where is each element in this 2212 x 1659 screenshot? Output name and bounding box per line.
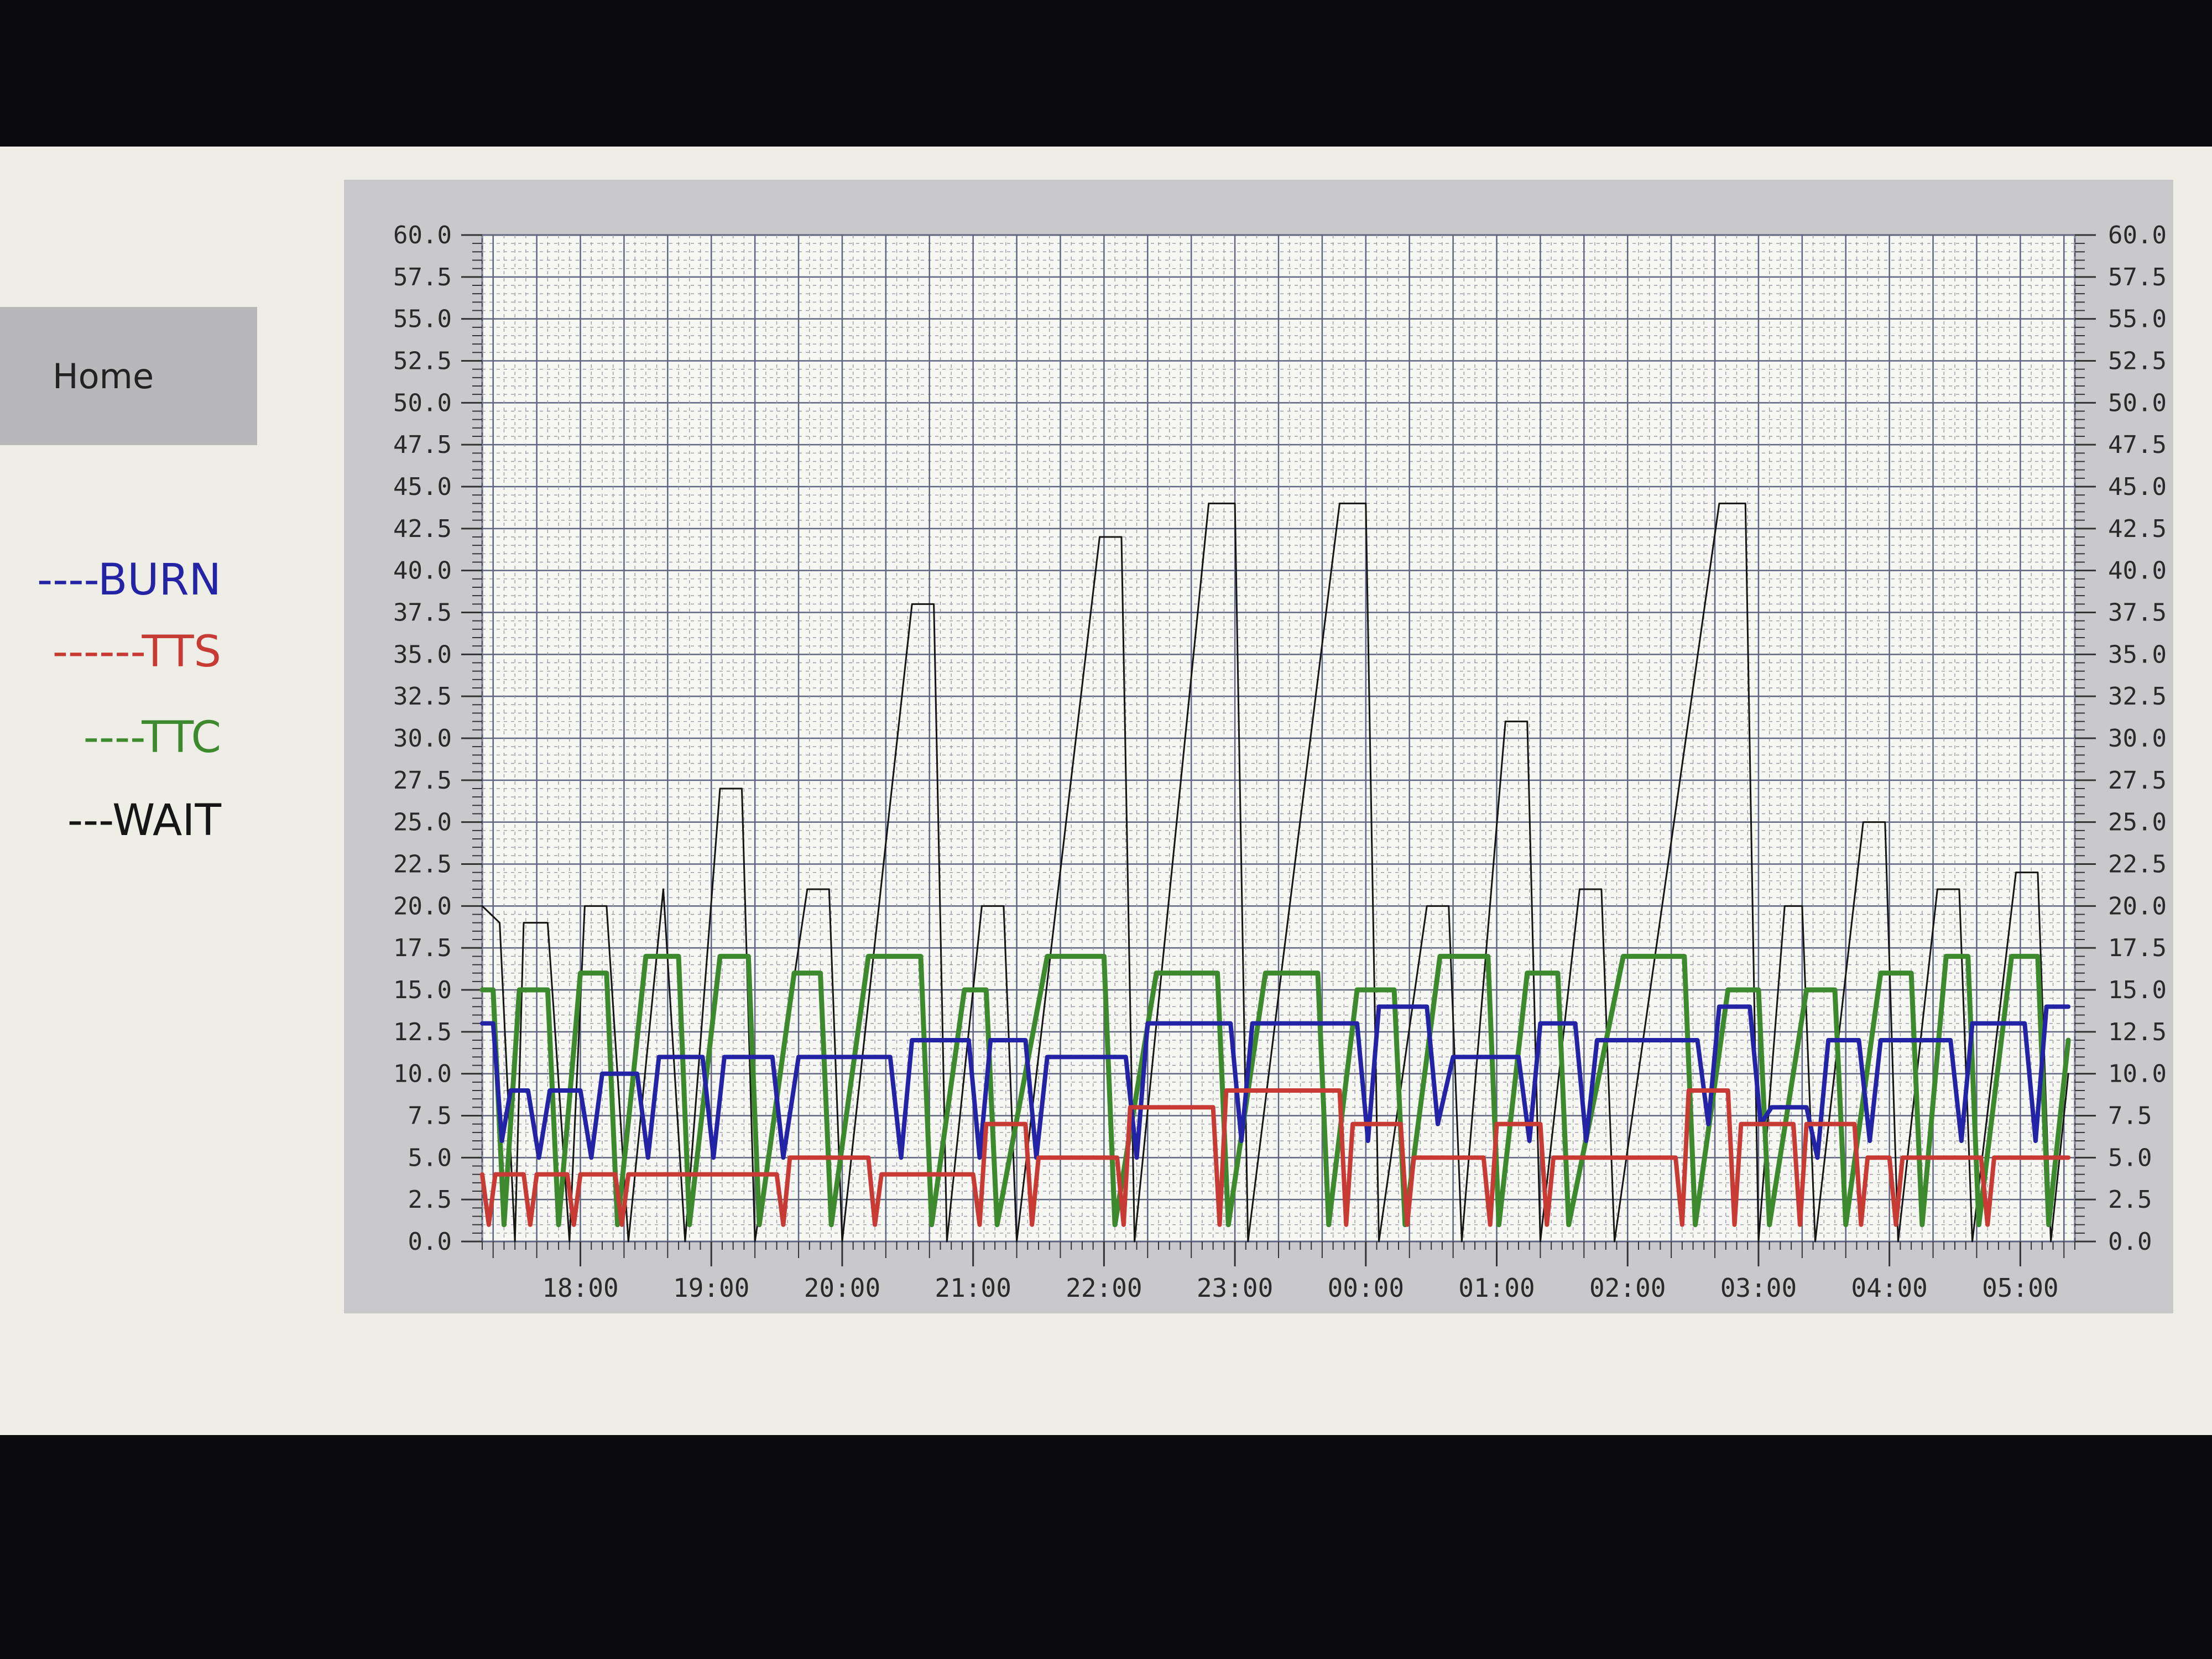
y-left-tick-label: 37.5 [393,599,452,627]
y-left-tick-label: 55.0 [393,305,452,333]
x-tick-label: 04:00 [1851,1273,1927,1303]
legend-item-ttc: ----TTC [83,713,221,763]
trend-chart: 0.0 2.5 5.0 7.5 10.0 12.5 15.0 17.5 20.0 22.5 25.0… [393,221,2167,1303]
y-right-tick-label: 55.0 [2108,305,2167,333]
trend-chart-panel: 0.0 2.5 5.0 7.5 10.0 12.5 15.0 17.5 20.0 22.5 25.0… [344,180,2173,1313]
x-tick-label: 22:00 [1066,1273,1142,1303]
y-left-tick-label: 40.0 [393,557,452,585]
x-tick-label: 00:00 [1328,1273,1404,1303]
y-left-tick-label: 5.0 [408,1144,452,1172]
y-left-tick-label: 27.5 [393,766,452,795]
y-left-tick-label: 47.5 [393,431,452,459]
y-left-tick-label: 22.5 [393,851,452,879]
y-right-tick-label: 42.5 [2108,515,2167,543]
y-right-tick-label: 60.0 [2108,221,2167,249]
y-left-tick-label: 15.0 [393,976,452,1004]
hmi-screen: Home ----BURN ------TTS ----TTC ---WAIT … [0,147,2212,1435]
y-left-tick-label: 32.5 [393,682,452,711]
y-left-tick-label: 60.0 [393,221,452,249]
y-left-tick-label: 2.5 [408,1186,452,1214]
y-left-tick-label: 42.5 [393,515,452,543]
y-right-tick-label: 40.0 [2108,557,2167,585]
y-right-tick-label: 5.0 [2108,1144,2152,1172]
y-right-tick-label: 7.5 [2108,1102,2152,1130]
x-tick-label: 20:00 [804,1273,880,1303]
y-right-tick-label: 2.5 [2108,1186,2152,1214]
y-right-tick-label: 35.0 [2108,640,2167,669]
x-tick-label: 23:00 [1197,1273,1273,1303]
y-left-tick-label: 10.0 [393,1060,452,1088]
y-left-tick-label: 12.5 [393,1018,452,1046]
y-right-tick-label: 45.0 [2108,473,2167,501]
x-tick-label: 19:00 [673,1273,749,1303]
home-button[interactable]: Home [0,307,257,445]
x-tick-label: 05:00 [1982,1273,2058,1303]
y-right-tick-label: 17.5 [2108,934,2167,962]
y-left-tick-label: 45.0 [393,473,452,501]
x-tick-label: 21:00 [935,1273,1011,1303]
y-left-tick-label: 57.5 [393,263,452,291]
y-right-tick-label: 22.5 [2108,851,2167,879]
x-tick-label: 02:00 [1589,1273,1666,1303]
y-right-tick-label: 0.0 [2108,1228,2152,1256]
y-left-tick-label: 52.5 [393,347,452,375]
y-right-tick-label: 12.5 [2108,1018,2167,1046]
y-right-tick-label: 50.0 [2108,389,2167,417]
y-left-tick-label: 17.5 [393,934,452,962]
y-right-tick-label: 57.5 [2108,263,2167,291]
x-tick-label: 01:00 [1458,1273,1535,1303]
y-left-tick-label: 0.0 [408,1228,452,1256]
y-right-tick-label: 27.5 [2108,766,2167,795]
x-tick-label: 18:00 [542,1273,618,1303]
legend-item-tts: ------TTS [52,627,221,677]
y-left-tick-label: 7.5 [408,1102,452,1130]
x-tick-label: 03:00 [1720,1273,1797,1303]
y-right-tick-label: 20.0 [2108,892,2167,920]
y-right-tick-label: 37.5 [2108,599,2167,627]
y-right-tick-label: 15.0 [2108,976,2167,1004]
y-left-tick-label: 20.0 [393,892,452,920]
y-left-tick-label: 30.0 [393,724,452,753]
legend-item-wait: ---WAIT [67,796,221,846]
y-right-tick-label: 30.0 [2108,724,2167,753]
legend-item-burn: ----BURN [37,555,221,605]
y-left-tick-label: 35.0 [393,640,452,669]
y-right-tick-label: 52.5 [2108,347,2167,375]
y-left-tick-label: 50.0 [393,389,452,417]
y-right-tick-label: 10.0 [2108,1060,2167,1088]
y-right-tick-label: 25.0 [2108,808,2167,837]
y-right-tick-label: 47.5 [2108,431,2167,459]
y-left-tick-label: 25.0 [393,808,452,837]
y-right-tick-label: 32.5 [2108,682,2167,711]
